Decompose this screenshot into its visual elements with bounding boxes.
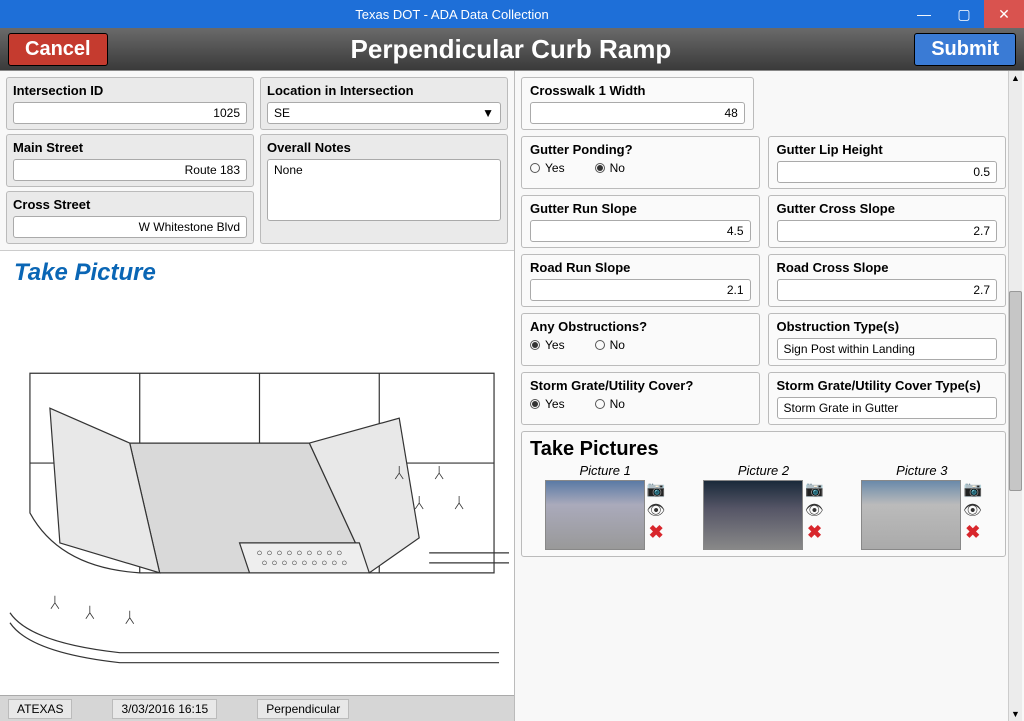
statusbar: ATEXAS 3/03/2016 16:15 Perpendicular	[0, 695, 514, 721]
obstruction-types-label: Obstruction Type(s)	[777, 319, 998, 334]
gutter-cross-slope-input[interactable]	[777, 220, 998, 242]
crosswalk1-width-label: Crosswalk 1 Width	[530, 83, 745, 98]
delete-icon[interactable]: ✖	[965, 522, 980, 543]
scroll-up-icon[interactable]: ▲	[1009, 73, 1022, 83]
left-panel: Intersection ID Main Street Cross Street	[0, 71, 515, 721]
storm-grate-field: Storm Grate/Utility Cover? Yes No	[521, 372, 760, 425]
intersection-id-field: Intersection ID	[6, 77, 254, 130]
submit-button[interactable]: Submit	[914, 33, 1016, 66]
chevron-down-icon: ▼	[482, 106, 494, 120]
titlebar: Texas DOT - ADA Data Collection — ▢ ✕	[0, 0, 1024, 28]
right-panel: ▲ ▼ Crosswalk 1 Width Gutter Ponding? Ye…	[515, 71, 1024, 721]
gutter-cross-slope-label: Gutter Cross Slope	[777, 201, 998, 216]
picture-3: Picture 3 📷 👁 ✖	[847, 463, 997, 550]
obstruction-types-input[interactable]	[777, 338, 998, 360]
gutter-lip-height-field: Gutter Lip Height	[768, 136, 1007, 189]
picture-2-label: Picture 2	[738, 463, 789, 478]
storm-grate-no[interactable]: No	[595, 397, 625, 411]
road-cross-slope-label: Road Cross Slope	[777, 260, 998, 275]
location-label: Location in Intersection	[267, 83, 501, 98]
notes-field: Overall Notes None	[260, 134, 508, 244]
main-street-label: Main Street	[13, 140, 247, 155]
picture-1: Picture 1 📷 👁 ✖	[530, 463, 680, 550]
main-street-field: Main Street	[6, 134, 254, 187]
maximize-button[interactable]: ▢	[944, 0, 984, 28]
location-field: Location in Intersection SE ▼	[260, 77, 508, 130]
intersection-id-label: Intersection ID	[13, 83, 247, 98]
gutter-lip-height-label: Gutter Lip Height	[777, 142, 998, 157]
status-type: Perpendicular	[257, 699, 349, 719]
intersection-id-input[interactable]	[13, 102, 247, 124]
road-run-slope-label: Road Run Slope	[530, 260, 751, 275]
picture-3-thumb[interactable]	[861, 480, 961, 550]
status-datetime: 3/03/2016 16:15	[112, 699, 217, 719]
obstructions-field: Any Obstructions? Yes No	[521, 313, 760, 366]
crosswalk1-width-field: Crosswalk 1 Width	[521, 77, 754, 130]
location-value: SE	[274, 106, 290, 120]
gutter-ponding-no[interactable]: No	[595, 161, 625, 175]
close-button[interactable]: ✕	[984, 0, 1024, 28]
minimize-button[interactable]: —	[904, 0, 944, 28]
cross-street-input[interactable]	[13, 216, 247, 238]
picture-3-label: Picture 3	[896, 463, 947, 478]
gutter-run-slope-label: Gutter Run Slope	[530, 201, 751, 216]
gutter-ponding-yes[interactable]: Yes	[530, 161, 565, 175]
notes-label: Overall Notes	[267, 140, 501, 155]
take-picture-label: Take Picture	[14, 259, 156, 287]
obstruction-types-field: Obstruction Type(s)	[768, 313, 1007, 366]
storm-grate-label: Storm Grate/Utility Cover?	[530, 378, 751, 393]
scroll-down-icon[interactable]: ▼	[1009, 709, 1022, 719]
camera-icon[interactable]: 📷	[647, 480, 666, 498]
eye-icon[interactable]: 👁	[963, 501, 982, 519]
obstructions-label: Any Obstructions?	[530, 319, 751, 334]
take-pictures-title: Take Pictures	[530, 438, 997, 461]
gutter-lip-height-input[interactable]	[777, 161, 998, 183]
road-run-slope-field: Road Run Slope	[521, 254, 760, 307]
ramp-diagram	[0, 291, 514, 695]
main-street-input[interactable]	[13, 159, 247, 181]
gutter-run-slope-input[interactable]	[530, 220, 751, 242]
picture-2-thumb[interactable]	[703, 480, 803, 550]
gutter-cross-slope-field: Gutter Cross Slope	[768, 195, 1007, 248]
picture-2: Picture 2 📷 👁 ✖	[688, 463, 838, 550]
storm-grate-yes[interactable]: Yes	[530, 397, 565, 411]
gutter-run-slope-field: Gutter Run Slope	[521, 195, 760, 248]
road-run-slope-input[interactable]	[530, 279, 751, 301]
crosswalk1-width-input[interactable]	[530, 102, 745, 124]
notes-input[interactable]: None	[267, 159, 501, 221]
road-cross-slope-input[interactable]	[777, 279, 998, 301]
cross-street-field: Cross Street	[6, 191, 254, 244]
obstructions-yes[interactable]: Yes	[530, 338, 565, 352]
location-select[interactable]: SE ▼	[267, 102, 501, 124]
cancel-button[interactable]: Cancel	[8, 33, 108, 66]
eye-icon[interactable]: 👁	[805, 501, 824, 519]
delete-icon[interactable]: ✖	[649, 522, 664, 543]
eye-icon[interactable]: 👁	[647, 501, 666, 519]
camera-icon[interactable]: 📷	[963, 480, 982, 498]
app-header: Cancel Perpendicular Curb Ramp Submit	[0, 28, 1024, 70]
window-title: Texas DOT - ADA Data Collection	[0, 7, 904, 22]
cross-street-label: Cross Street	[13, 197, 247, 212]
storm-grate-types-input[interactable]	[777, 397, 998, 419]
take-picture-area[interactable]: Take Picture	[0, 250, 514, 695]
storm-grate-types-label: Storm Grate/Utility Cover Type(s)	[777, 378, 998, 393]
picture-1-label: Picture 1	[580, 463, 631, 478]
storm-grate-types-field: Storm Grate/Utility Cover Type(s)	[768, 372, 1007, 425]
gutter-ponding-field: Gutter Ponding? Yes No	[521, 136, 760, 189]
status-user: ATEXAS	[8, 699, 72, 719]
scrollbar-thumb[interactable]	[1009, 291, 1022, 491]
obstructions-no[interactable]: No	[595, 338, 625, 352]
delete-icon[interactable]: ✖	[807, 522, 822, 543]
take-pictures-section: Take Pictures Picture 1 📷 👁 ✖	[521, 431, 1006, 557]
camera-icon[interactable]: 📷	[805, 480, 824, 498]
page-title: Perpendicular Curb Ramp	[108, 34, 915, 65]
gutter-ponding-label: Gutter Ponding?	[530, 142, 751, 157]
picture-1-thumb[interactable]	[545, 480, 645, 550]
road-cross-slope-field: Road Cross Slope	[768, 254, 1007, 307]
